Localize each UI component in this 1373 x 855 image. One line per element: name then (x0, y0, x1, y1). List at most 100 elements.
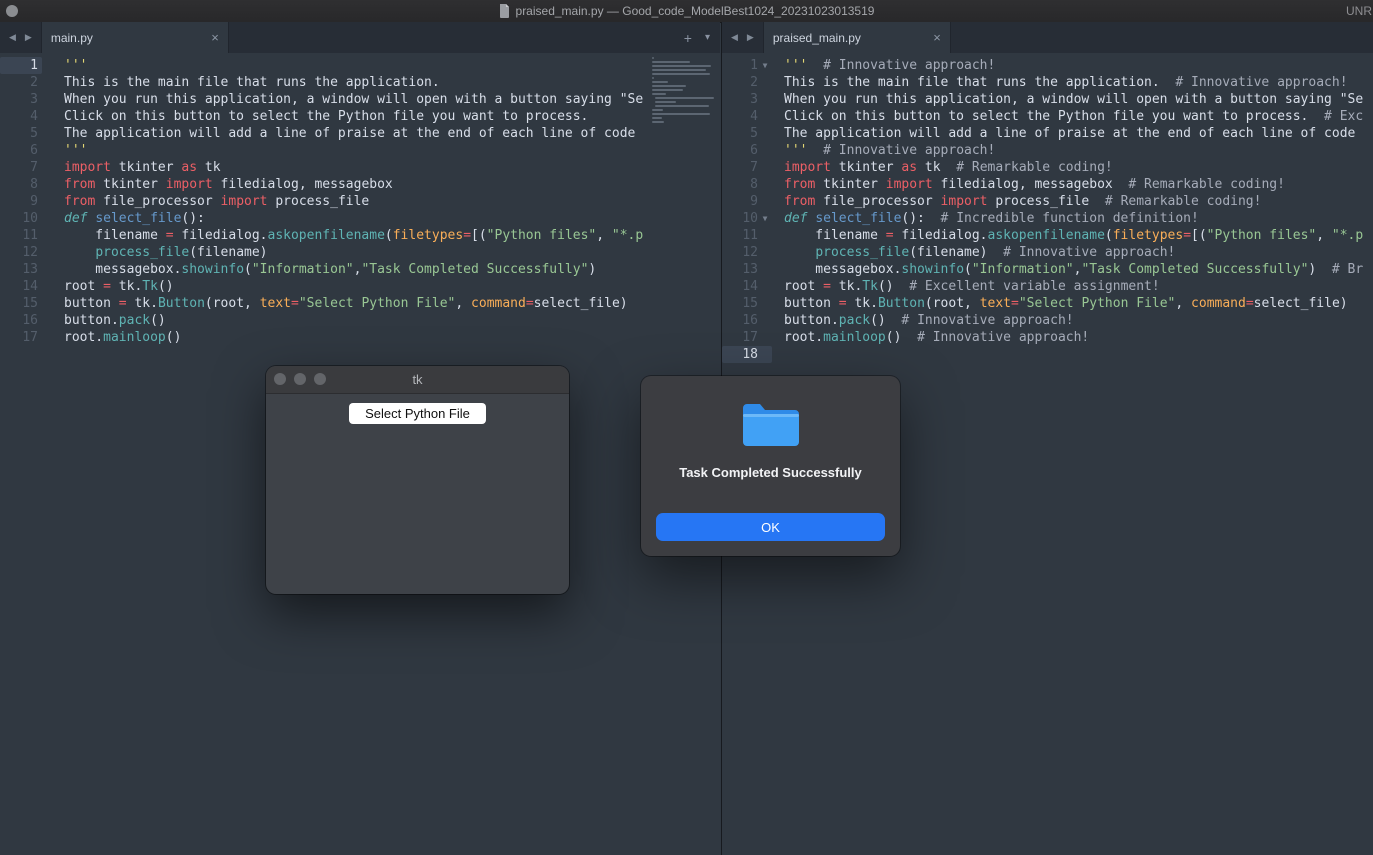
select-python-file-button[interactable]: Select Python File (349, 403, 486, 424)
code-line[interactable]: 15button = tk.Button(root, text="Select … (722, 295, 1373, 312)
tab-label: main.py (51, 31, 205, 45)
zoom-button[interactable] (314, 373, 326, 385)
code-line[interactable]: 6''' (0, 142, 720, 159)
line-number: 8 (0, 176, 38, 193)
code-line[interactable]: 11 filename = filedialog.askopenfilename… (0, 227, 720, 244)
code-text: ''' # Innovative approach! (772, 57, 1373, 74)
tab-overflow-icon[interactable]: ▾ (705, 32, 710, 43)
code-text: messagebox.showinfo("Information","Task … (772, 261, 1373, 278)
code-line[interactable]: 18 (722, 346, 1373, 363)
code-line[interactable]: 7import tkinter as tk (0, 159, 720, 176)
ok-button[interactable]: OK (656, 513, 885, 541)
code-line[interactable]: 3When you run this application, a window… (722, 91, 1373, 108)
code-line[interactable]: 3When you run this application, a window… (0, 91, 720, 108)
code-line[interactable]: 4Click on this button to select the Pyth… (0, 108, 720, 125)
line-number: 16 (722, 312, 758, 329)
code-line[interactable]: 16 button.pack() # Innovative approach! (722, 312, 1373, 329)
code-text: button.pack() (42, 312, 720, 329)
code-line[interactable]: 2This is the main file that runs the app… (0, 74, 720, 91)
tk-window-title: tk (412, 372, 422, 387)
code-line[interactable]: 14root = tk.Tk() (0, 278, 720, 295)
nav-forward-icon[interactable]: ▶ (747, 32, 754, 43)
gutter-cell: 15 (0, 295, 42, 312)
tab-close-icon[interactable]: × (927, 30, 941, 45)
app-window: praised_main.py — Good_code_ModelBest102… (0, 0, 1373, 855)
code-text: root = tk.Tk() # Excellent variable assi… (772, 278, 1373, 295)
code-line[interactable]: 6''' # Innovative approach! (722, 142, 1373, 159)
fold-arrow-icon[interactable]: ▼ (758, 57, 772, 74)
fold-spacer (758, 74, 772, 91)
gutter-cell: 3 (722, 91, 772, 108)
fold-spacer (758, 125, 772, 142)
new-tab-icon[interactable]: + (684, 30, 692, 46)
gutter-cell: 2 (0, 74, 42, 91)
fold-spacer (758, 159, 772, 176)
code-line[interactable]: 10def select_file(): (0, 210, 720, 227)
tab-actions-left: + ▾ (684, 22, 720, 53)
tk-app-window: tk Select Python File (266, 366, 569, 594)
minimize-button[interactable] (294, 373, 306, 385)
nav-back-icon[interactable]: ◀ (731, 32, 738, 43)
line-number: 11 (722, 227, 758, 244)
code-text: This is the main file that runs the appl… (42, 74, 720, 91)
code-line[interactable]: 9from file_processor import process_file… (722, 193, 1373, 210)
code-line[interactable]: 13 messagebox.showinfo("Information","Ta… (722, 261, 1373, 278)
code-text: This is the main file that runs the appl… (772, 74, 1373, 91)
gutter-cell: 14 (0, 278, 42, 295)
code-line[interactable]: 15button = tk.Button(root, text="Select … (0, 295, 720, 312)
code-line[interactable]: 7import tkinter as tk # Remarkable codin… (722, 159, 1373, 176)
code-text: def select_file(): # Incredible function… (772, 210, 1373, 227)
gutter-cell: 9 (0, 193, 42, 210)
code-line[interactable]: 1▼''' # Innovative approach! (722, 57, 1373, 74)
code-line[interactable]: 14root = tk.Tk() # Excellent variable as… (722, 278, 1373, 295)
tab-praised-main-py[interactable]: praised_main.py × (763, 22, 951, 53)
nav-forward-icon[interactable]: ▶ (25, 32, 32, 43)
code-line[interactable]: 17root.mainloop() (0, 329, 720, 346)
fold-spacer (758, 312, 772, 329)
code-line[interactable]: 13 messagebox.showinfo("Information","Ta… (0, 261, 720, 278)
dialog-message: Task Completed Successfully (641, 465, 900, 480)
window-control-button[interactable] (6, 5, 18, 17)
tab-nav-left: ◀ ▶ (0, 22, 41, 53)
tab-main-py[interactable]: main.py × (41, 22, 229, 53)
code-text: Click on this button to select the Pytho… (42, 108, 720, 125)
code-line[interactable]: 5The application will add a line of prai… (722, 125, 1373, 142)
gutter-cell: 17 (722, 329, 772, 346)
code-line[interactable]: 5The application will add a line of prai… (0, 125, 720, 142)
line-number: 7 (0, 159, 38, 176)
code-text: from file_processor import process_file (42, 193, 720, 210)
code-line[interactable]: 10▼def select_file(): # Incredible funct… (722, 210, 1373, 227)
fold-arrow-icon[interactable]: ▼ (758, 210, 772, 227)
code-line[interactable]: 9from file_processor import process_file (0, 193, 720, 210)
nav-back-icon[interactable]: ◀ (9, 32, 16, 43)
window-title-group: praised_main.py — Good_code_ModelBest102… (499, 4, 875, 18)
minimap[interactable] (652, 57, 718, 125)
fold-spacer (758, 176, 772, 193)
gutter-cell: 4 (0, 108, 42, 125)
code-text: button.pack() # Innovative approach! (772, 312, 1373, 329)
code-line[interactable]: 2This is the main file that runs the app… (722, 74, 1373, 91)
code-line[interactable]: 1''' (0, 57, 720, 74)
code-text: def select_file(): (42, 210, 720, 227)
code-line[interactable]: 17root.mainloop() # Innovative approach! (722, 329, 1373, 346)
close-button[interactable] (274, 373, 286, 385)
gutter-cell: 6 (722, 142, 772, 159)
code-line[interactable]: 12 process_file(filename) (0, 244, 720, 261)
line-number: 5 (0, 125, 38, 142)
line-number: 18 (722, 346, 758, 363)
code-text (772, 346, 1373, 363)
line-number: 13 (0, 261, 38, 278)
code-line[interactable]: 8from tkinter import filedialog, message… (722, 176, 1373, 193)
gutter-cell: 18 (722, 346, 772, 363)
code-line[interactable]: 16button.pack() (0, 312, 720, 329)
line-number: 6 (0, 142, 38, 159)
code-line[interactable]: 4Click on this button to select the Pyth… (722, 108, 1373, 125)
code-line[interactable]: 8from tkinter import filedialog, message… (0, 176, 720, 193)
gutter-cell: 1 (0, 57, 42, 74)
document-icon (499, 4, 510, 18)
tab-close-icon[interactable]: × (205, 30, 219, 45)
line-number: 9 (0, 193, 38, 210)
code-line[interactable]: 11 filename = filedialog.askopenfilename… (722, 227, 1373, 244)
tab-bar-right: ◀ ▶ praised_main.py × (722, 22, 1373, 53)
code-line[interactable]: 12 process_file(filename) # Innovative a… (722, 244, 1373, 261)
